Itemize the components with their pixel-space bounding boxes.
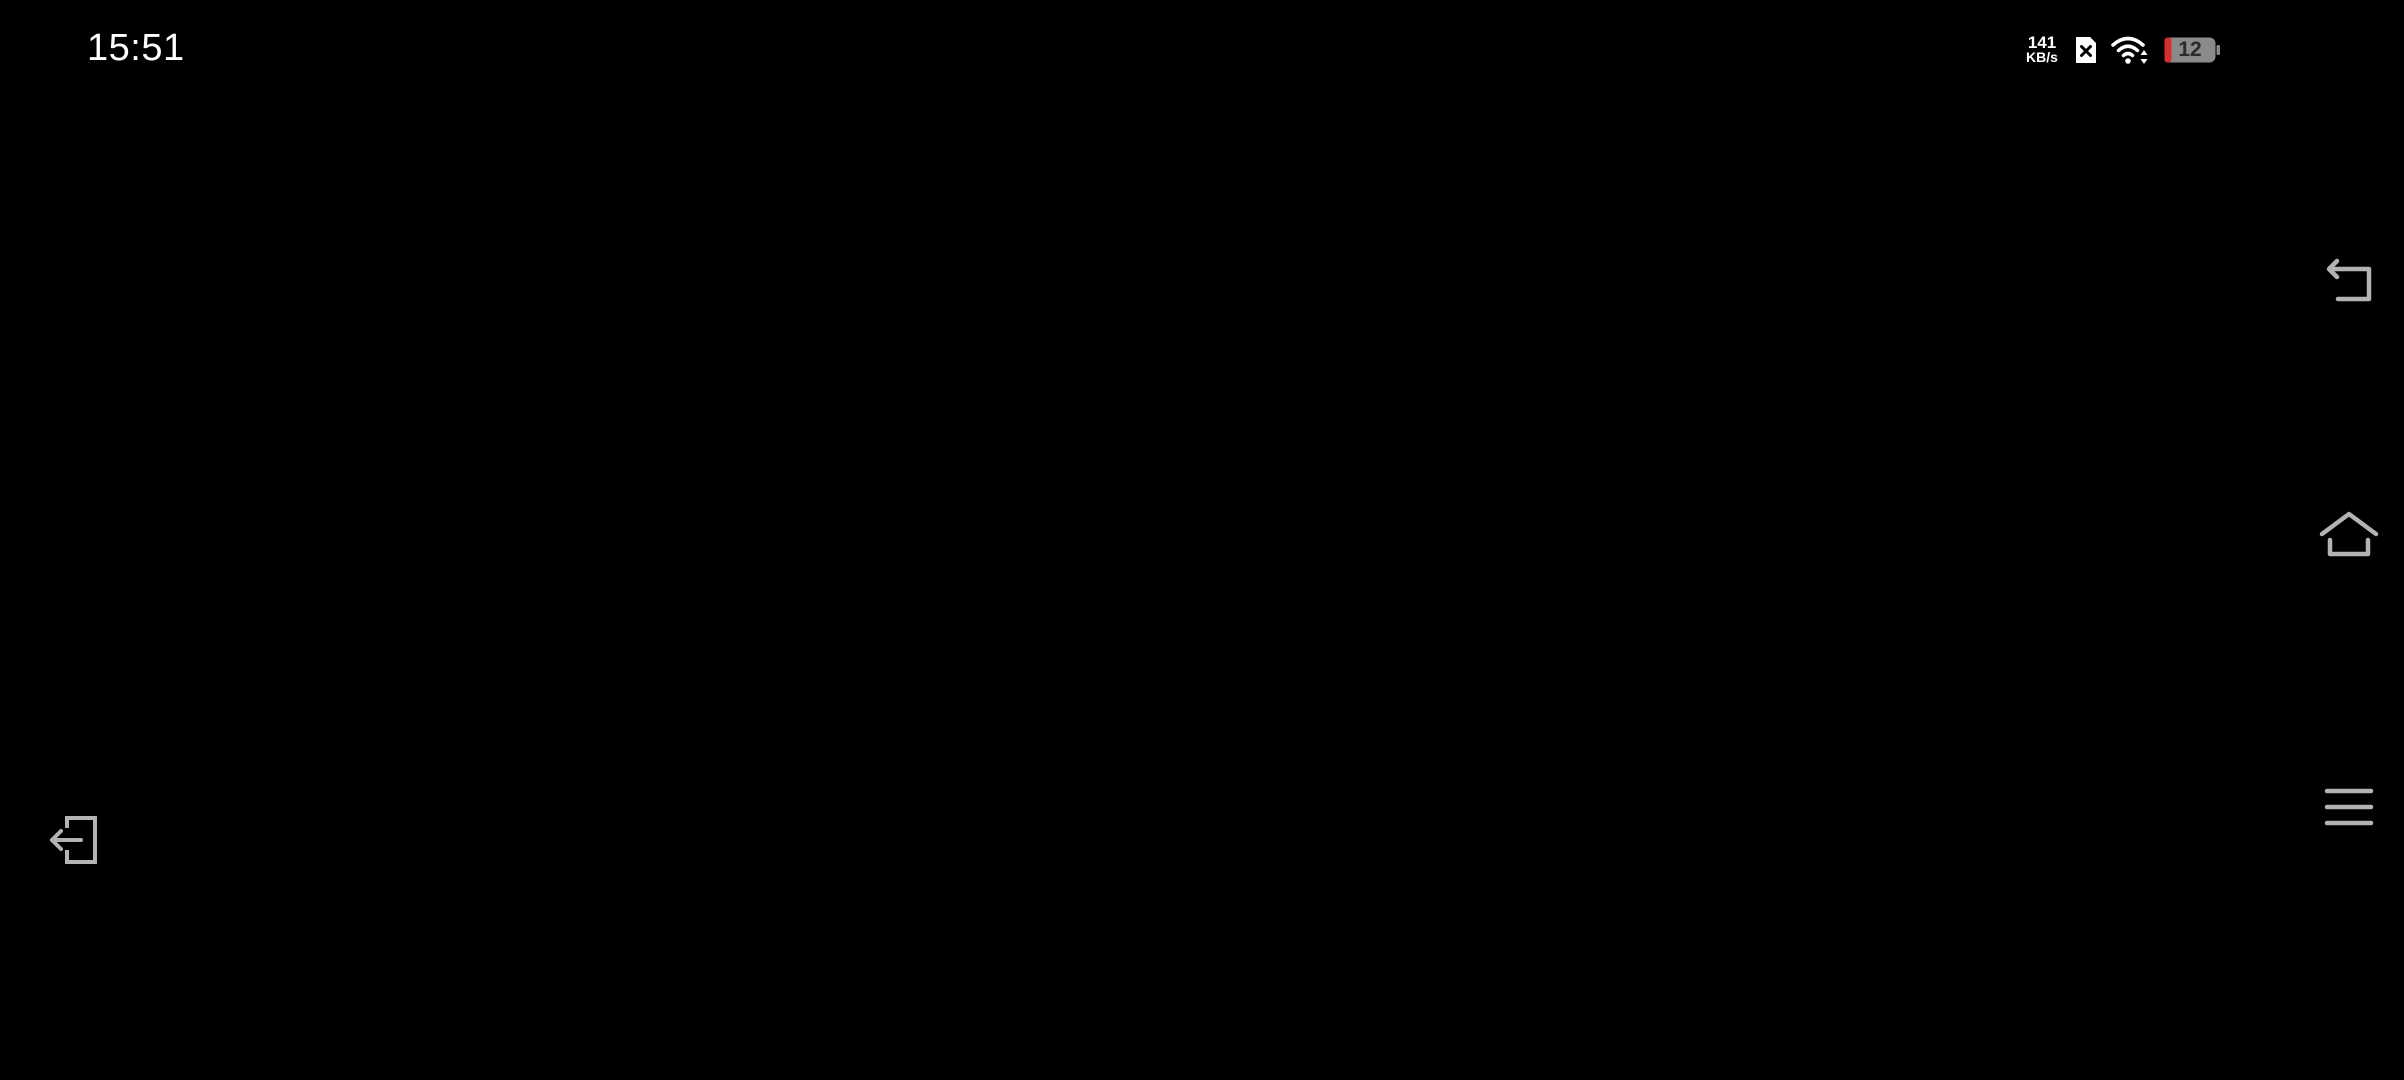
back-button[interactable] [2319,254,2379,314]
status-time: 15:51 [87,27,185,69]
hamburger-menu-icon [2324,786,2374,833]
navigation-rail [2294,0,2404,1080]
wifi-icon [2110,34,2152,66]
battery-icon: 12 [2164,37,2220,63]
home-icon [2319,510,2379,565]
network-speed-unit: KB/s [2026,49,2058,65]
home-button[interactable] [2319,507,2379,567]
network-speed: 141 KB/s [2022,33,2062,65]
menu-button[interactable] [2319,779,2379,839]
exit-button[interactable] [44,812,104,872]
status-bar: 15:51 141 KB/s 12 [0,0,2404,96]
battery-level: 12 [2178,38,2202,61]
screen: 15:51 141 KB/s 12 [0,0,2404,1080]
status-icons: 141 KB/s 12 [2022,28,2220,72]
no-sim-icon [2074,35,2098,65]
network-speed-value: 141 [2027,33,2057,52]
exit-icon [47,814,101,871]
back-arrow-icon [2322,257,2376,312]
